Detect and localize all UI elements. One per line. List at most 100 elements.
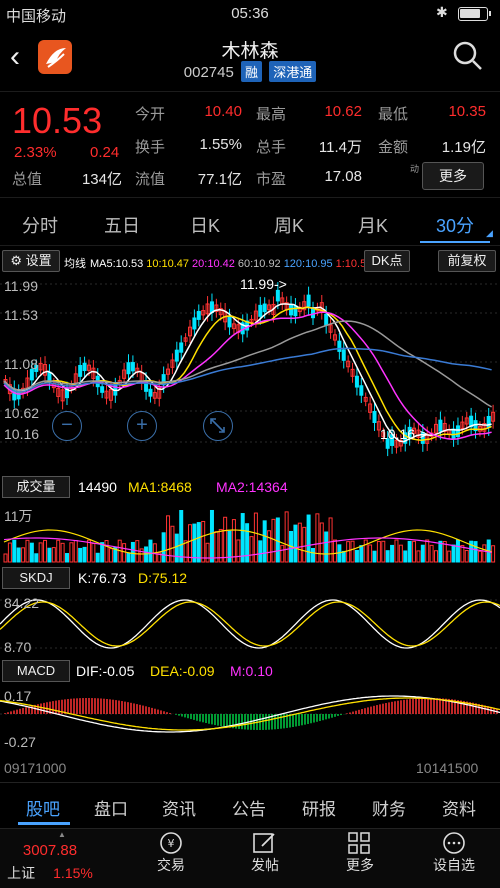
zoom-in-button[interactable]: + [127,411,157,441]
settings-label: 设置 [25,253,52,268]
period-tabs: 分时 五日 日K 周K 月K 30分 [0,204,500,244]
volume-chart [3,509,496,563]
skdj-axis-bottom: 8.70 [4,639,32,655]
macd-m: M:0.10 [230,663,273,679]
dropdown-icon: ◢ [486,228,493,238]
volume-axis-label: 11万 [4,508,33,524]
price-axis-label: 10.16 [4,426,40,442]
connect-tag: 深港通 [269,61,317,82]
gear-icon: ⚙ [10,253,22,268]
ma-value: 20:10.42 [192,258,235,270]
zoom-out-button[interactable]: − [52,411,82,441]
info-tab[interactable]: 资料 [442,795,476,820]
quote-label: 总手 [256,139,287,156]
quote-value: 10.35 [448,103,486,120]
skdj-axis-top: 84.22 [4,595,40,611]
dynamic-sup: 动 [410,164,420,174]
info-tab[interactable]: 资讯 [162,795,196,820]
status-time: 05:36 [231,5,269,22]
period-tab[interactable]: 五日 [104,212,140,238]
quote-value: 11.4万 [318,139,362,156]
volume-ma2: MA2:14364 [216,479,288,495]
volume-value: 14490 [78,479,117,495]
index-name: 上证 [7,865,36,881]
margin-tag: 融 [241,61,263,82]
divider [0,91,500,92]
period-tab[interactable]: 30分 [436,212,474,238]
volume-indicator-button[interactable]: 成交量 [2,476,70,498]
quote-value: 10.62 [324,103,362,120]
stock-code-line: 002745 融 深港通 [0,61,500,82]
macd-axis-bottom: -0.27 [4,734,36,750]
skdj-indicator-button[interactable]: SKDJ [2,567,70,589]
info-tabs: 股吧 盘口 资讯 公告 研报 财务 资料 [0,782,500,826]
last-price: 10.53 [12,100,103,141]
adjust-price-button[interactable]: 前复权 [438,250,496,272]
info-tab[interactable]: 股吧 [26,795,60,820]
more-button[interactable]: 更多 [422,162,484,190]
trade-icon: ¥ [160,832,182,854]
active-info-tab-underline [18,822,70,825]
quote-label: 总值 [12,171,43,188]
quote-value: 1.55% [199,136,242,153]
fullscreen-button[interactable] [203,411,233,441]
time-axis-end: 10141500 [416,760,479,776]
active-tab-underline [420,241,490,243]
dock-more[interactable]: 更多 [330,855,390,875]
macd-axis-top: 0.17 [4,688,32,704]
period-tab[interactable]: 月K [358,212,388,238]
macd-indicator-button[interactable]: MACD [2,660,70,682]
post-icon [253,833,275,853]
info-tab[interactable]: 公告 [232,795,266,820]
change-amount: 0.24 [90,144,120,161]
quote-label: 最高 [256,106,287,123]
ma-value: 120:10.95 [283,258,333,270]
index-value: 3007.88 [22,842,78,859]
price-axis-label: 10.62 [4,405,40,421]
search-icon[interactable] [452,40,484,72]
ma-legend: 均线 MA5:10.53 10:10.47 20:10.42 60:10.92 120:1… [64,255,364,271]
skdj-k: K:76.73 [78,570,127,586]
skdj-chart [0,599,500,649]
stock-name: 木林森 [221,41,279,62]
volume-ma1: MA1:8468 [128,479,192,495]
chart-settings-button[interactable]: ⚙ 设置 [2,250,60,272]
stock-code: 002745 [183,64,234,81]
dock-add-watchlist[interactable]: 设自选 [424,855,484,875]
quote-label: 流值 [135,171,166,188]
period-tab[interactable]: 日K [190,212,220,238]
period-tab[interactable]: 分时 [22,212,58,238]
period-tab[interactable]: 周K [274,212,304,238]
add-watchlist-icon [443,832,465,854]
grid-icon [348,832,370,854]
index-widget[interactable]: ▲ 3007.88 上证 1.15% [0,830,100,883]
candlestick-chart[interactable] [0,272,500,478]
skdj-d: D:75.12 [138,570,188,586]
index-pct: 1.15% [53,865,93,881]
dock-trade[interactable]: 交易 [141,855,201,875]
quote-label: 市盈 [256,171,287,188]
caret-up-icon: ▲ [58,830,66,839]
price-axis-label: 11.08 [4,356,38,372]
info-tab[interactable]: 财务 [372,795,406,820]
info-tab[interactable]: 研报 [302,795,336,820]
expand-icon [210,418,225,433]
bluetooth-icon: ✱ [436,4,448,20]
quote-value: 134亿 [81,171,122,188]
quote-label: 今开 [135,106,166,123]
high-annotation: 11.99-> [240,276,287,292]
price-axis-label: 11.53 [4,307,38,323]
macd-dea: DEA:-0.09 [150,663,215,679]
dock-post[interactable]: 发帖 [235,855,295,875]
dk-point-button[interactable]: DK点 [364,250,410,272]
divider [0,197,500,198]
quote-value: 10.40 [204,103,242,120]
quote-value: 77.1亿 [197,171,242,188]
ma-value: 60:10.92 [237,258,281,270]
quote-value: 1.19亿 [441,139,486,156]
info-tab[interactable]: 盘口 [94,795,128,820]
ma-value: 10:10.47 [146,258,190,270]
quote-value: 17.08 [324,168,362,185]
change-percent: 2.33% [14,144,57,161]
ma-title: 均线 [64,258,86,270]
